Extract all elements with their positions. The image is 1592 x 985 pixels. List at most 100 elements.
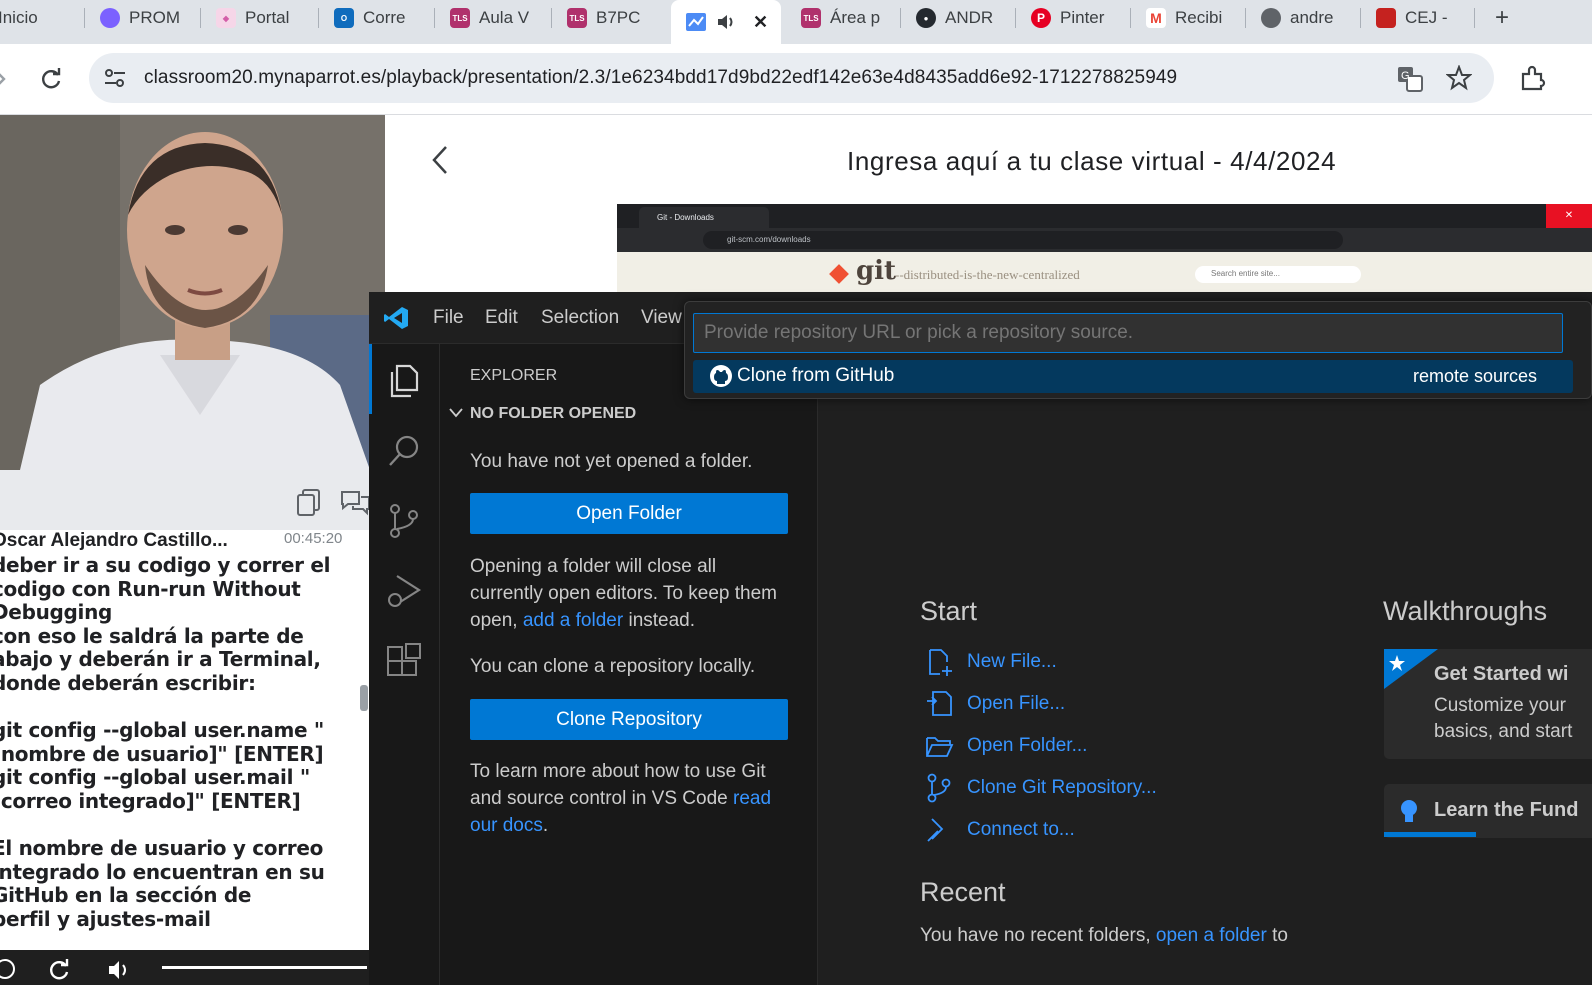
open-a-folder-link[interactable]: open a folder [1156,925,1267,946]
tab-area[interactable]: TLS Área p [801,0,893,36]
tab-title: CEJ - [1405,8,1448,27]
clone-git-repository-label: Clone Git Repository... [967,777,1157,798]
repository-url-input[interactable] [693,313,1563,353]
tab-pinterest[interactable]: P Pinter [1031,0,1121,36]
playback-controls [0,950,370,985]
back-arrow-icon[interactable] [428,143,452,177]
read-docs-link[interactable]: read [733,788,771,809]
tab-title: Portal [245,8,290,27]
tab-title: andre [1290,8,1334,27]
slide-tab-title: Git - Downloads [657,213,714,222]
tab-separator [1015,8,1016,28]
clone-from-github-item[interactable]: Clone from GitHub remote sources [693,360,1573,393]
new-file-link[interactable]: New File... [924,647,1057,677]
menu-edit[interactable]: Edit [485,307,518,329]
tab-andre[interactable]: andre [1261,0,1351,36]
connect-to-link[interactable]: Connect to... [924,815,1075,845]
tls-icon: TLS [801,8,821,28]
tab-b7pc[interactable]: TLS B7PC [567,0,657,36]
clone-git-repository-link[interactable]: Clone Git Repository... [924,773,1157,803]
explorer-title: EXPLORER [470,367,558,384]
github-icon: ● [916,8,936,28]
replay-icon[interactable] [48,958,72,982]
translate-icon[interactable]: G [1396,65,1424,93]
no-folder-header[interactable]: NO FOLDER OPENED [470,400,636,427]
presentation-icon [686,13,706,31]
reload-icon[interactable] [38,66,64,92]
play-icon[interactable] [0,958,16,980]
close-tab-icon[interactable]: ✕ [753,12,768,33]
slide-tab: Git - Downloads [639,207,769,228]
tab-cej[interactable]: CEJ - [1376,0,1466,36]
explorer-icon[interactable] [385,362,423,400]
add-folder-link[interactable]: add a folder [523,610,623,631]
tab-title: Aula V [479,8,530,27]
recent-text-b: to [1266,925,1288,946]
tab-active-presentation[interactable]: ✕ [671,0,781,44]
portal-icon: ◆ [216,8,236,28]
tab-gmail[interactable]: M Recibi [1146,0,1236,36]
url-text[interactable]: classroom20.mynaparrot.es/playback/prese… [144,67,1177,89]
tab-inicio[interactable]: Inicio [0,0,76,36]
menu-selection[interactable]: Selection [541,307,619,329]
new-file-icon [929,649,952,676]
pinterest-icon: P [1031,8,1051,28]
get-started-card[interactable]: Get Started wi Customize your basics, an… [1384,649,1592,759]
run-debug-icon[interactable] [385,572,423,610]
copy-icon[interactable] [296,488,322,516]
tab-aula[interactable]: TLS Aula V [450,0,542,36]
tab-correo[interactable]: O Corre [334,0,424,36]
extensions-icon[interactable] [1519,65,1547,93]
menu-file[interactable]: File [433,307,464,329]
clone-repository-button[interactable]: Clone Repository [470,699,788,740]
chat-timestamp[interactable]: 00:45:20 [284,530,342,547]
open-file-link[interactable]: Open File... [924,689,1065,719]
cej-icon [1376,8,1396,28]
tab-andr[interactable]: ● ANDR [916,0,1006,36]
chat-author: Oscar Alejandro Castillo... [0,530,228,551]
volume-slider[interactable] [162,966,367,969]
speaker-icon[interactable] [715,11,737,33]
clone-quick-pick: Clone from GitHub remote sources [684,301,1592,399]
bookmark-star-icon[interactable] [1446,65,1472,91]
open-folder-link[interactable]: Open Folder... [924,731,1087,761]
chat-scrollbar[interactable] [360,685,368,711]
get-started-title: Get Started wi [1434,663,1569,685]
menu-view[interactable]: View [641,307,682,329]
git-branch-icon [927,773,951,803]
tab-prom[interactable]: PROM [100,0,190,36]
vscode-logo-icon [384,307,408,329]
progress-bar [1384,832,1476,837]
open-folder-button[interactable]: Open Folder [470,493,788,534]
search-icon[interactable] [385,432,423,470]
learn-fundamentals-card[interactable]: Learn the Fund [1384,784,1592,838]
tab-title: Inicio [0,8,38,27]
our-docs-link[interactable]: our docs [470,815,543,836]
recent-text-a: You have no recent folders, [920,925,1156,946]
chat-bubbles-icon[interactable] [339,488,371,516]
chat-panel: Oscar Alejandro Castillo... 00:45:20 deb… [0,530,370,950]
presenter-image [0,115,385,470]
open-file-icon [927,691,952,716]
site-settings-icon[interactable] [103,67,127,89]
source-control-icon[interactable] [385,502,423,540]
connect-to-label: Connect to... [967,819,1075,840]
git-tagline: --distributed-is-the-new-centralized [895,267,1080,282]
slide-browser-toolbar: git-scm.com/downloads [617,228,1592,252]
opening-text-1: Opening a folder will close all [470,556,717,577]
forward-icon[interactable] [0,68,8,90]
tls-icon: TLS [567,8,587,28]
learn-text-1: To learn more about how to use Git [470,761,766,782]
tab-title: Área p [830,8,881,27]
webcam-video[interactable] [0,115,385,470]
opening-text-2: currently open editors. To keep them [470,583,777,604]
chat-message: deber ir a su codigo y correr el codigo … [0,553,331,931]
git-logo-text: git [856,256,897,286]
new-tab-button[interactable]: + [1488,4,1516,32]
chevron-down-icon[interactable] [448,406,464,420]
tab-separator [900,8,901,28]
address-bar[interactable]: classroom20.mynaparrot.es/playback/prese… [89,53,1494,103]
volume-icon[interactable] [106,958,132,982]
tab-portal[interactable]: ◆ Portal [216,0,308,36]
extensions-icon[interactable] [385,642,423,680]
